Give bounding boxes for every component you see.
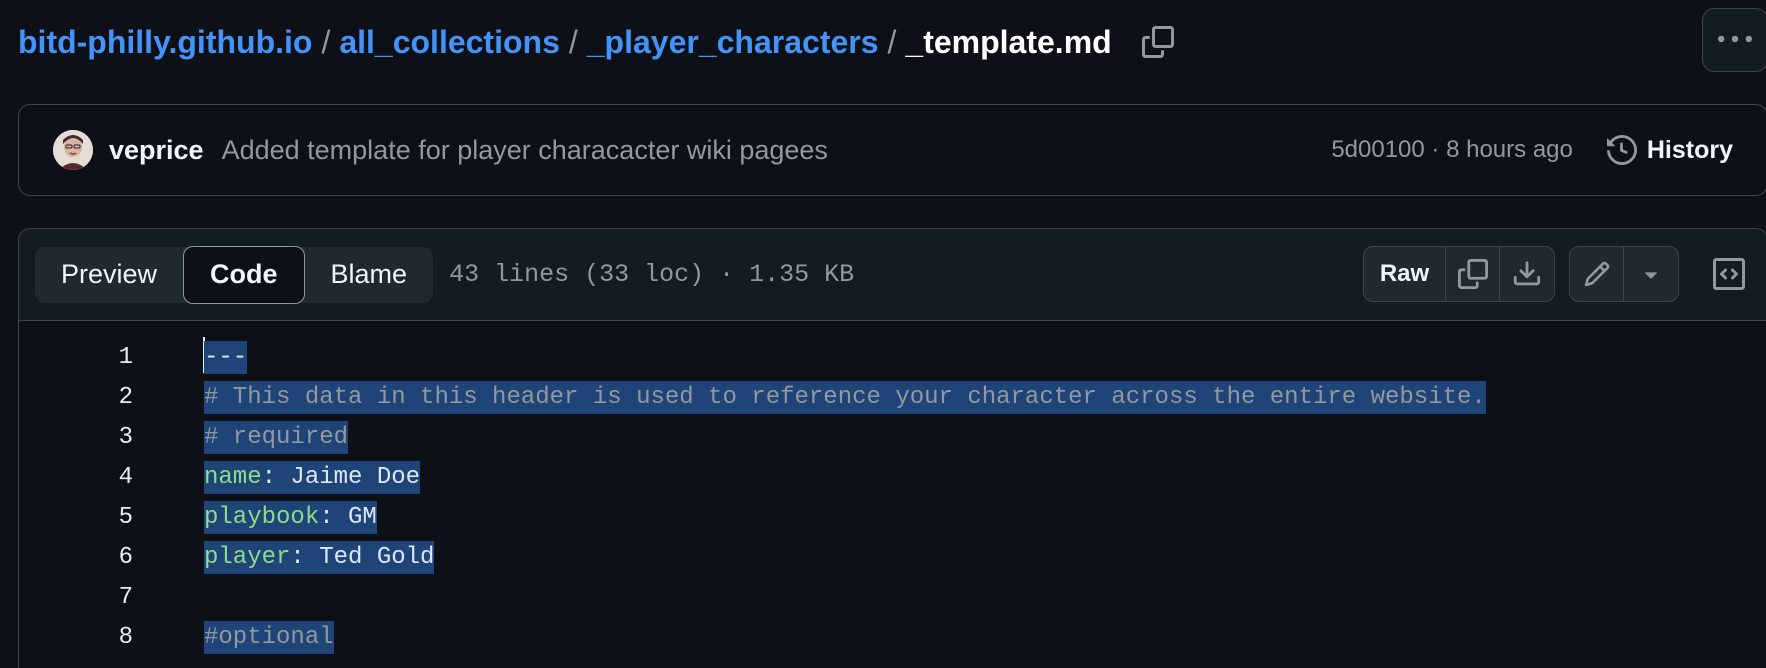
tab-preview[interactable]: Preview	[35, 247, 183, 303]
edit-dropdown-button[interactable]	[1624, 247, 1678, 301]
line-content: name: Jaime Doe	[204, 460, 421, 494]
history-button[interactable]: History	[1606, 135, 1733, 165]
download-icon	[1513, 261, 1541, 286]
breadcrumb-folder-link[interactable]: _player_characters	[587, 24, 879, 61]
symbols-panel-button[interactable]	[1701, 246, 1757, 302]
breadcrumb-separator: /	[887, 23, 897, 60]
edit-file-button[interactable]	[1570, 247, 1624, 301]
code-view[interactable]: 1 --- 2 # This data in this header is used …	[19, 321, 1766, 657]
line-number[interactable]: 8	[19, 624, 133, 651]
line-number[interactable]: 5	[19, 504, 133, 531]
raw-button[interactable]: Raw	[1364, 247, 1446, 301]
line-number[interactable]: 1	[19, 344, 133, 371]
line-number[interactable]: 7	[19, 584, 133, 611]
code-line: 7	[19, 577, 1766, 617]
code-token: : Ted Gold	[290, 540, 435, 574]
line-content: ---	[204, 340, 248, 374]
code-token: ---	[204, 340, 248, 374]
raw-button-group: Raw	[1363, 246, 1555, 302]
breadcrumb: bitd-philly.github.io / all_collections …	[18, 16, 1176, 68]
code-square-icon	[1713, 258, 1745, 290]
breadcrumb-folder-link[interactable]: all_collections	[339, 24, 560, 61]
pencil-icon	[1584, 261, 1609, 287]
line-content: player: Ted Gold	[204, 540, 435, 574]
code-line: 2 # This data in this header is used to r…	[19, 377, 1766, 417]
view-mode-tabs: Preview Code Blame	[35, 245, 434, 304]
breadcrumb-current-file: _template.md	[905, 23, 1112, 60]
commit-author-link[interactable]: veprice	[109, 135, 204, 166]
commit-time: 8 hours ago	[1446, 136, 1573, 163]
code-token: #optional	[204, 620, 334, 654]
line-content: # required	[204, 420, 349, 454]
tab-code[interactable]: Code	[183, 245, 305, 304]
latest-commit-box: veprice Added template for player charac…	[18, 104, 1766, 196]
history-icon	[1606, 135, 1637, 165]
edit-button-group	[1569, 246, 1679, 302]
avatar-image	[53, 130, 93, 170]
download-button[interactable]	[1500, 247, 1554, 301]
code-token: : Jaime Doe	[261, 460, 421, 494]
code-lines: 1 --- 2 # This data in this header is used …	[19, 337, 1766, 657]
kebab-horizontal-icon	[1718, 35, 1752, 43]
line-content: # This data in this header is used to re…	[204, 380, 1486, 414]
file-viewer: Preview Code Blame 43 lines (33 loc) · 1…	[18, 228, 1766, 668]
file-header: Preview Code Blame 43 lines (33 loc) · 1…	[19, 229, 1766, 321]
code-line: 6 player: Ted Gold	[19, 537, 1766, 577]
code-token: player	[204, 540, 291, 574]
code-line: 5 playbook: GM	[19, 497, 1766, 537]
copy-icon	[1141, 26, 1174, 58]
code-token: : GM	[319, 500, 377, 534]
code-line: 4 name: Jaime Doe	[19, 457, 1766, 497]
line-number[interactable]: 2	[19, 384, 133, 411]
commit-message-link[interactable]: Added template for player characacter wi…	[222, 135, 828, 166]
more-options-button[interactable]	[1702, 8, 1766, 72]
code-token: # required	[204, 420, 349, 454]
commit-meta: 5d00100 · 8 hours ago	[1331, 136, 1573, 164]
avatar[interactable]	[53, 130, 93, 170]
file-info: 43 lines (33 loc) · 1.35 KB	[449, 260, 855, 289]
commit-sha-link[interactable]: 5d00100	[1331, 136, 1424, 163]
breadcrumb-separator: /	[321, 23, 331, 60]
line-number[interactable]: 3	[19, 424, 133, 451]
line-content: #optional	[204, 620, 334, 654]
code-line: 3 # required	[19, 417, 1766, 457]
copy-icon	[1457, 259, 1488, 289]
copy-raw-button[interactable]	[1446, 247, 1500, 301]
code-line: 1 ---	[19, 337, 1766, 377]
copy-path-button[interactable]	[1140, 24, 1176, 60]
breadcrumb-repo-link[interactable]: bitd-philly.github.io	[18, 24, 312, 61]
tab-blame[interactable]: Blame	[305, 247, 434, 303]
code-token: playbook	[204, 500, 320, 534]
meta-separator: ·	[1431, 136, 1440, 163]
breadcrumb-separator: /	[568, 23, 578, 60]
line-number[interactable]: 4	[19, 464, 133, 491]
code-line: 8 #optional	[19, 617, 1766, 657]
history-label: History	[1646, 135, 1733, 164]
line-number[interactable]: 6	[19, 544, 133, 571]
code-token: name	[204, 460, 262, 494]
triangle-down-icon	[1645, 272, 1657, 279]
code-token: # This data in this header is used to re…	[204, 380, 1486, 414]
line-content: playbook: GM	[204, 500, 377, 534]
